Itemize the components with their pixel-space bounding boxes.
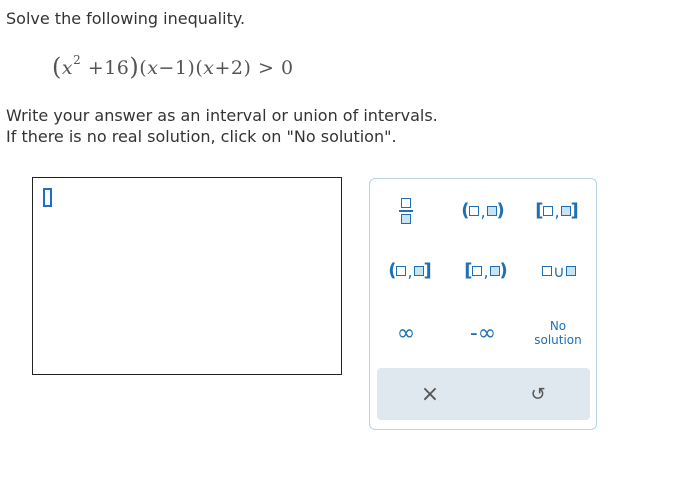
variable-x: x [203, 57, 215, 79]
fraction-bar [399, 210, 413, 212]
comma: , [483, 261, 489, 281]
question-prompt: Solve the following inequality. [6, 9, 246, 28]
open-bracket: [ [464, 260, 473, 281]
close-paren: ) [499, 260, 508, 281]
union-symbol: ∪ [553, 261, 565, 281]
open-paren: ( [388, 260, 397, 281]
no-solution-line-2: solution [534, 333, 582, 347]
variable-x: x [61, 57, 74, 79]
slot-icon [560, 206, 571, 216]
denominator-slot [401, 213, 411, 224]
slot-icon [486, 206, 497, 216]
comma: , [407, 261, 413, 281]
union-button[interactable]: ∪ [526, 251, 592, 291]
no-solution-line-1: No [549, 319, 567, 333]
relation-symbol: > [257, 57, 275, 79]
paren-close-3: ) [243, 57, 252, 79]
slot-icon [489, 266, 500, 276]
close-bracket: ] [570, 200, 579, 221]
slot-icon [565, 266, 576, 276]
no-solution-button[interactable]: No solution [522, 313, 594, 353]
math-keypad: (,) [,] (,] [,) ∪ ∞ -∞ No solution × ↺ [369, 178, 597, 430]
variable-x: x [147, 57, 159, 79]
slot-icon [543, 206, 554, 216]
undo-icon: ↺ [530, 383, 546, 405]
undo-button[interactable]: ↺ [493, 374, 583, 414]
answer-input[interactable] [32, 177, 342, 375]
slot-icon [472, 266, 483, 276]
slot-icon [413, 266, 424, 276]
comma: , [480, 201, 486, 221]
slot-icon [396, 266, 407, 276]
paren-open-1: ( [52, 53, 62, 81]
instructions-line-1: Write your answer as an interval or unio… [6, 106, 438, 125]
open-closed-interval-button[interactable]: (,] [374, 251, 446, 291]
no-solution-label: No solution [534, 319, 582, 347]
instructions-line-2: If there is no real solution, click on "… [6, 127, 397, 146]
comma: , [554, 201, 560, 221]
fraction-button[interactable] [370, 191, 442, 231]
negative-infinity-symbol: -∞ [469, 320, 497, 346]
infinity-button[interactable]: ∞ [370, 313, 442, 353]
fraction-icon [399, 198, 413, 224]
open-bracket: [ [535, 200, 544, 221]
keypad-action-bar: × ↺ [377, 368, 590, 420]
closed-interval-button[interactable]: [,] [522, 191, 592, 231]
close-icon: × [420, 381, 440, 407]
clear-button[interactable]: × [385, 374, 475, 414]
slot-icon [469, 206, 480, 216]
term-minus-1: −1 [158, 57, 188, 79]
input-cursor [43, 188, 52, 207]
paren-close-1: ) [129, 53, 140, 81]
instructions: Write your answer as an interval or unio… [6, 105, 438, 147]
slot-icon [542, 266, 553, 276]
negative-infinity-button[interactable]: -∞ [448, 313, 518, 353]
rhs-value: 0 [280, 57, 294, 79]
paren-open-2: ( [139, 57, 148, 79]
inequality-equation: (x2 +16)(x−1)(x+2) > 0 [52, 52, 294, 81]
closed-open-interval-button[interactable]: [,) [450, 251, 522, 291]
numerator-slot [401, 198, 411, 209]
term-plus-2: +2 [214, 57, 244, 79]
close-bracket: ] [423, 260, 432, 281]
term-plus-16: +16 [87, 57, 130, 79]
infinity-symbol: ∞ [396, 320, 416, 346]
exponent: 2 [73, 52, 82, 67]
open-paren: ( [461, 200, 470, 221]
open-interval-button[interactable]: (,) [448, 191, 518, 231]
close-paren: ) [496, 200, 505, 221]
